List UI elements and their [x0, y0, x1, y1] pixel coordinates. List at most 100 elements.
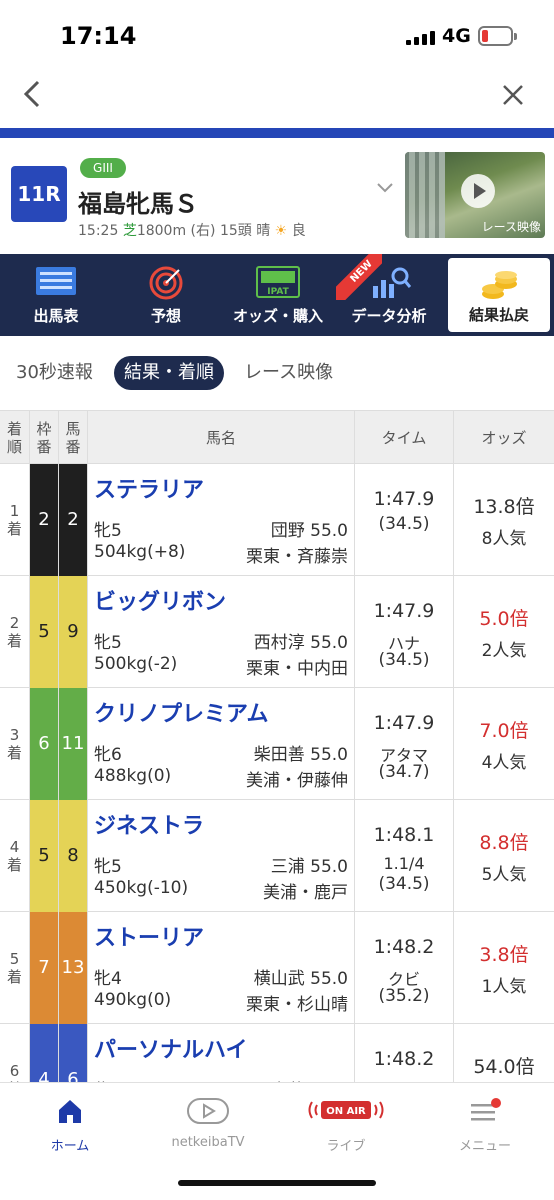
- race-start-time: 15:25: [78, 223, 119, 239]
- horse-name-link[interactable]: パーソナルハイ: [94, 1032, 248, 1064]
- result-tabs: 30秒速報 結果・着順 レース映像: [0, 350, 554, 396]
- last-3f: (34.5): [378, 514, 430, 534]
- menu-item-results-payout[interactable]: 結果払戻: [448, 258, 550, 332]
- frame-number: 7: [30, 912, 59, 1024]
- home-indicator: [178, 1180, 376, 1186]
- close-icon: [503, 85, 523, 105]
- bottom-tab-menu[interactable]: メニュー: [440, 1097, 530, 1157]
- race-header[interactable]: 11R GIII 福島牝馬Ｓ 15:25 芝1800m (右) 15頭 晴 ☀ …: [0, 138, 554, 254]
- race-surface: 芝: [122, 223, 137, 239]
- table-row[interactable]: 5 着 7 13 ストーリア 牝4 横山武 55.0 490kg(0) 栗東・杉山晴 1:48.2…: [0, 912, 554, 1024]
- chevron-down-icon[interactable]: [376, 178, 394, 199]
- jockey-weight[interactable]: 柴田善 55.0: [254, 740, 348, 765]
- back-button[interactable]: [22, 78, 56, 118]
- bottom-tab-home[interactable]: ホーム: [30, 1097, 110, 1157]
- finish-suffix: 着: [6, 632, 22, 650]
- horse-name-link[interactable]: ステラリア: [94, 472, 204, 504]
- horse-number: 13: [59, 912, 88, 1024]
- time-cell: 1:48.2 クビ (35.2): [355, 912, 454, 1024]
- jockey-weight[interactable]: 団野 55.0: [271, 516, 348, 541]
- finish-rank: 1: [9, 502, 20, 520]
- bottom-tab-label: ホーム: [50, 1139, 90, 1154]
- tab-race-video[interactable]: レース映像: [244, 356, 333, 390]
- odds-value: 5.0倍: [479, 608, 529, 630]
- finish-suffix: 着: [6, 856, 22, 874]
- bottom-tab-netkeibatv[interactable]: netkeibaTV: [158, 1097, 258, 1157]
- race-video-thumbnail[interactable]: レース映像: [405, 152, 545, 238]
- jockey-weight[interactable]: 三浦 55.0: [271, 852, 348, 877]
- last-3f: (34.7): [378, 762, 430, 782]
- horse-name-link[interactable]: ビッグリボン: [94, 584, 226, 616]
- table-row[interactable]: 4 着 5 8 ジネストラ 牝5 三浦 55.0 450kg(-10) 美浦・鹿戸 1:48.1 1…: [0, 800, 554, 912]
- trainer[interactable]: 栗東・中内田: [246, 654, 348, 679]
- last-3f: (34.5): [378, 650, 430, 670]
- header-frame: 枠番: [30, 411, 59, 465]
- horse-name-link[interactable]: ジネストラ: [94, 808, 204, 840]
- frame-number: 2: [30, 464, 59, 576]
- horse-info: ストーリア 牝4 横山武 55.0 490kg(0) 栗東・杉山晴: [88, 912, 355, 1024]
- popularity: 4人気: [481, 753, 527, 773]
- sex-age: 牝6: [94, 745, 122, 765]
- race-distance: 1800m: [136, 223, 187, 239]
- table-row[interactable]: 1 着 2 2 ステラリア 牝5 団野 55.0 504kg(+8) 栗東・斉藤崇 1:47.9(…: [0, 464, 554, 576]
- menu-item-race-card[interactable]: 出馬表: [12, 254, 100, 336]
- sex-age: 牝4: [94, 969, 122, 989]
- horse-info: クリノプレミアム 牝6 柴田善 55.0 488kg(0) 美浦・伊藤伸: [88, 688, 355, 800]
- finish-suffix: 着: [6, 520, 22, 538]
- finish-time: 1:48.1: [373, 824, 435, 846]
- menu-icon: [467, 1097, 503, 1129]
- odds-value: 8.8倍: [479, 832, 529, 854]
- bottom-tab-live[interactable]: ON AIR ライブ: [298, 1097, 394, 1157]
- table-row[interactable]: 2 着 5 9 ビッグリボン 牝5 西村淳 55.0 500kg(-2) 栗東・中内田 1:47.…: [0, 576, 554, 688]
- popularity: 5人気: [481, 865, 527, 885]
- grade-badge: GIII: [80, 158, 126, 178]
- close-button[interactable]: [496, 78, 530, 118]
- table-header: 着順 枠番 馬番 馬名 タイム オッズ: [0, 410, 554, 465]
- finish-suffix: 着: [6, 968, 22, 986]
- header-horse-name: 馬名: [88, 411, 355, 465]
- odds-cell: 3.8倍 1人気: [454, 912, 554, 1024]
- trainer[interactable]: 美浦・鹿戸: [263, 878, 348, 903]
- finish-position: 3着: [0, 688, 30, 800]
- target-icon: [149, 266, 183, 304]
- race-result-screen: 17:14 4G 11R GIII 福島牝馬Ｓ 15:25 芝1800m (右)…: [0, 0, 554, 1200]
- race-direction: (右): [190, 223, 216, 239]
- sex-age: 牝5: [94, 521, 122, 541]
- ipat-icon-text: IPAT: [267, 287, 289, 297]
- menu-item-odds-purchase[interactable]: IPAT オッズ・購入: [226, 254, 330, 336]
- race-video-label: レース映像: [481, 220, 541, 234]
- race-menu-bar: 出馬表 予想 IPAT オッズ・購入 データ分析 NEW 結果払戻: [0, 254, 554, 336]
- finish-rank: 3: [9, 726, 20, 744]
- status-time: 17:14: [60, 22, 137, 50]
- trainer[interactable]: 栗東・斉藤崇: [246, 542, 348, 567]
- horse-number: 8: [59, 800, 88, 912]
- menu-item-label: 結果払戻: [468, 306, 529, 324]
- time-cell: 1:47.9 ハナ (34.5): [355, 576, 454, 688]
- trainer[interactable]: 栗東・杉山晴: [246, 990, 348, 1015]
- jockey-weight[interactable]: 西村淳 55.0: [254, 628, 348, 653]
- table-row[interactable]: 3 着 6 11 クリノプレミアム 牝6 柴田善 55.0 488kg(0) 美浦・伊藤伸 1:4…: [0, 688, 554, 800]
- home-icon: [56, 1097, 84, 1129]
- time-cell: 1:47.9 アタマ (34.7): [355, 688, 454, 800]
- trainer[interactable]: 美浦・伊藤伸: [246, 766, 348, 791]
- margin: 1.1/4: [383, 854, 425, 873]
- header-number: 馬番: [59, 411, 88, 465]
- header-time: タイム: [355, 411, 454, 465]
- finish-time: 1:48.2: [373, 936, 435, 958]
- race-runners: 15頭: [219, 223, 252, 239]
- horse-name-link[interactable]: クリノプレミアム: [94, 696, 268, 728]
- horse-name-link[interactable]: ストーリア: [94, 920, 204, 952]
- horse-info: ビッグリボン 牝5 西村淳 55.0 500kg(-2) 栗東・中内田: [88, 576, 355, 688]
- menu-item-label: データ分析: [351, 307, 427, 325]
- finish-time: 1:47.9: [373, 600, 435, 622]
- menu-item-prediction[interactable]: 予想: [122, 254, 210, 336]
- time-cell: 1:48.1 1.1/4 (34.5): [355, 800, 454, 912]
- tab-quick-report[interactable]: 30秒速報: [16, 356, 93, 390]
- last-3f: (35.2): [378, 986, 430, 1006]
- tab-results-order[interactable]: 結果・着順: [114, 356, 224, 390]
- race-number-badge: 11R: [11, 166, 67, 222]
- race-going: 良: [291, 223, 306, 239]
- horse-info: ステラリア 牝5 団野 55.0 504kg(+8) 栗東・斉藤崇: [88, 464, 355, 576]
- popularity: 2人気: [481, 641, 527, 661]
- jockey-weight[interactable]: 横山武 55.0: [254, 964, 348, 989]
